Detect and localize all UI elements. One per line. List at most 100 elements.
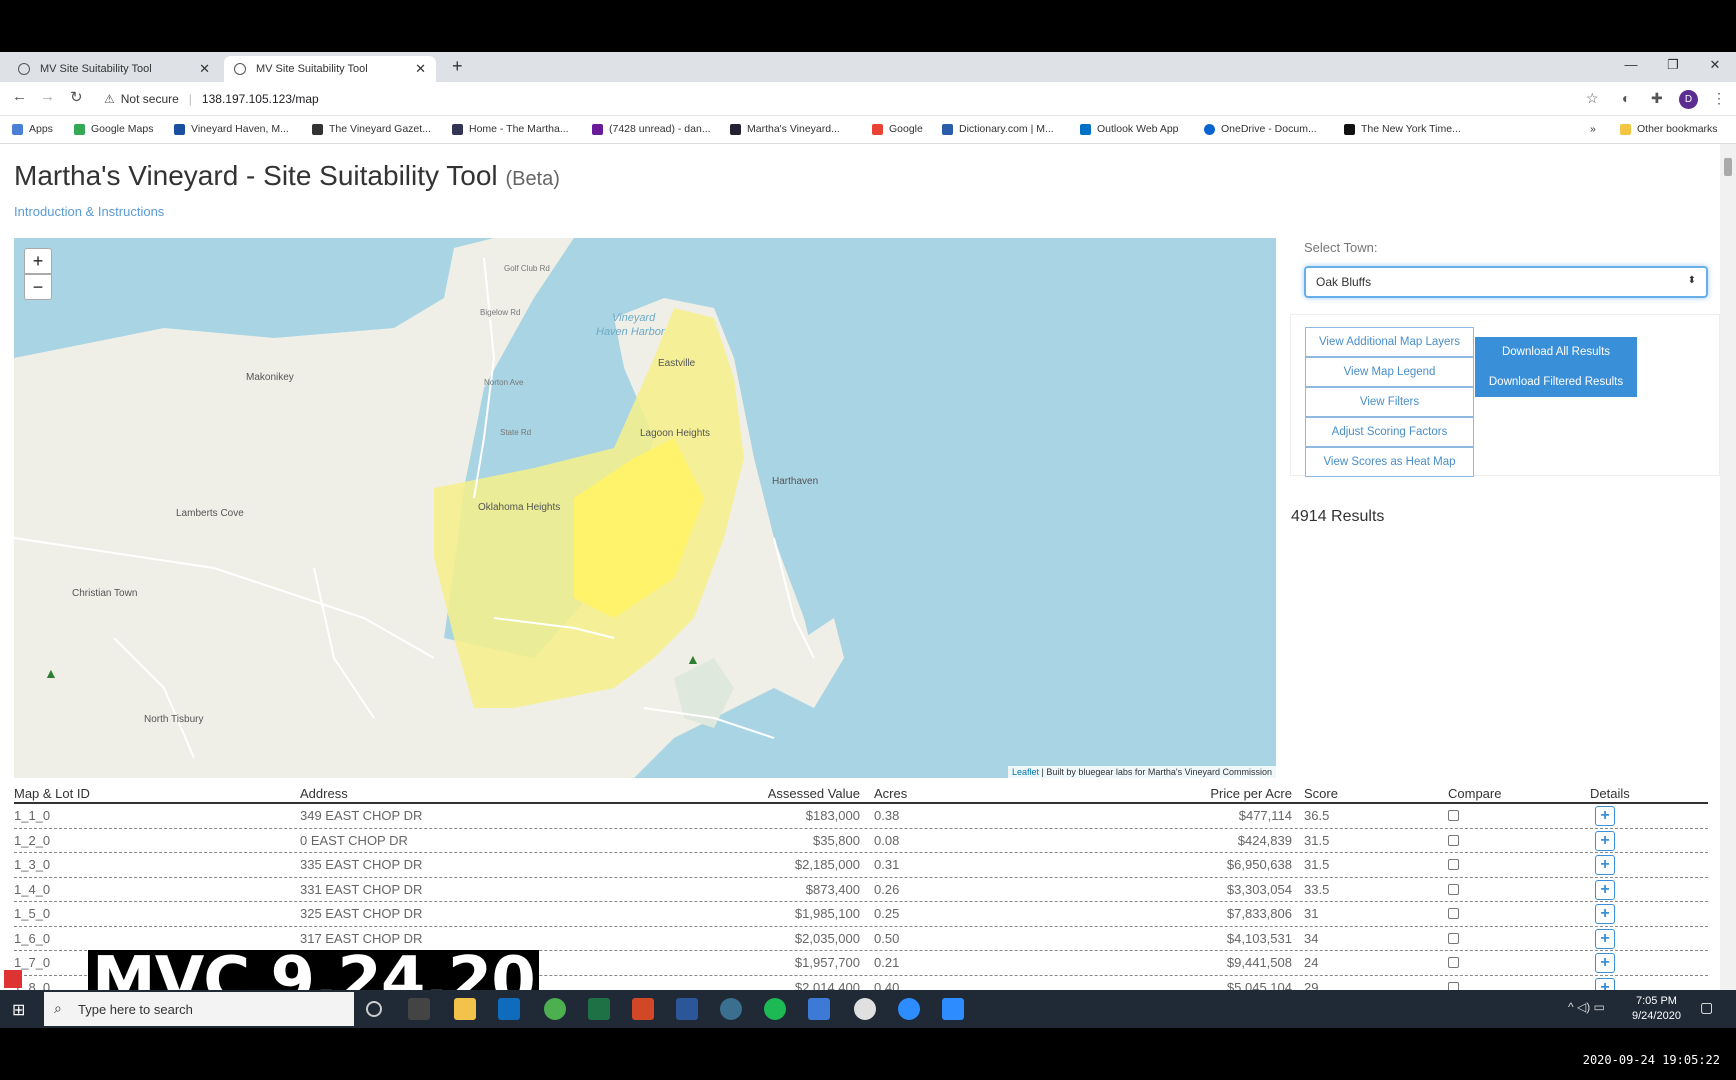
cortana-icon[interactable] [366,1001,382,1017]
download-filtered-button[interactable]: Download Filtered Results [1475,367,1637,397]
warning-icon: ⚠ [104,92,115,106]
bookmark-item[interactable]: Dictionary.com | M... [942,123,1054,135]
bookmark-item[interactable]: Outlook Web App [1080,123,1179,135]
view-map-layers-button[interactable]: View Additional Map Layers [1305,327,1474,357]
bookmark-item[interactable]: Martha's Vineyard... [730,123,840,135]
details-button[interactable]: + [1595,904,1615,924]
adjust-scoring-button[interactable]: Adjust Scoring Factors [1305,417,1474,447]
new-tab-icon[interactable]: + [452,56,463,77]
bookmark-item[interactable]: Home - The Martha... [452,123,569,135]
heat-map-button[interactable]: View Scores as Heat Map [1305,447,1474,477]
url-field[interactable]: ⚠ Not secure | 138.197.105.123/map [104,87,1564,111]
col-value[interactable]: Assessed Value [768,786,860,801]
details-button[interactable]: + [1595,977,1615,990]
bookmark-item[interactable]: Google [872,123,923,135]
compare-checkbox[interactable] [1448,859,1459,870]
clock[interactable]: 7:05 PM 9/24/2020 [1632,994,1681,1024]
chrome-icon[interactable] [544,998,566,1020]
bookmark-apps[interactable]: Apps [12,123,53,135]
bookmark-item[interactable]: Google Maps [74,123,153,135]
compare-checkbox[interactable] [1448,810,1459,821]
other-bookmarks[interactable]: Other bookmarks [1620,123,1718,135]
apps-icon [12,123,23,135]
table-row: 1_4_0 331 EAST CHOP DR $873,400 0.26 $3,303,… [14,878,1708,902]
close-window-icon[interactable]: ✕ [1694,52,1736,82]
tab-inactive[interactable]: MV Site Suitability Tool ✕ [8,56,220,82]
close-icon[interactable]: ✕ [415,61,426,77]
cell-id: 1_2_0 [14,832,51,848]
page-scrollbar[interactable] [1720,144,1736,990]
bookmark-item[interactable]: The New York Time... [1344,123,1461,135]
town-select[interactable]: Oak Bluffs ⬍ [1304,266,1708,298]
google-icon [872,123,883,135]
globe-icon [234,63,246,75]
bookmarks-more-icon[interactable]: » [1590,123,1596,135]
file-explorer-icon[interactable] [454,998,476,1020]
extension-icon[interactable]: ◐ [1622,90,1630,106]
cell-id: 1_7_0 [14,955,51,970]
zoom-in-button[interactable]: + [24,248,52,274]
teamviewer-icon[interactable] [898,998,920,1020]
details-button[interactable]: + [1595,830,1615,851]
details-button[interactable]: + [1595,855,1615,875]
compare-checkbox[interactable] [1448,957,1459,968]
windows-start-icon[interactable]: ⊞ [12,1000,25,1020]
puzzle-icon[interactable]: ✚ [1651,90,1663,107]
excel-icon[interactable] [588,998,610,1020]
cell-ppa: $9,441,508 [1226,955,1292,970]
star-icon[interactable]: ☆ [1586,90,1599,107]
zoom-out-button[interactable]: − [24,274,52,300]
view-filters-button[interactable]: View Filters [1305,387,1474,417]
download-group: Download All Results Download Filtered R… [1475,337,1637,397]
col-id[interactable]: Map & Lot ID [14,786,90,801]
bookmark-item[interactable]: Vineyard Haven, M... [174,123,289,135]
task-view-icon[interactable] [408,998,430,1020]
bookmark-item[interactable]: (7428 unread) - dan... [592,123,711,135]
search-app-icon[interactable] [720,998,742,1020]
app-icon[interactable] [854,998,876,1020]
forward-icon[interactable]: → [40,88,55,105]
compare-checkbox[interactable] [1448,932,1459,944]
compare-checkbox[interactable] [1448,834,1459,846]
zoom-icon[interactable] [942,998,964,1020]
restore-icon[interactable]: ❐ [1652,52,1694,82]
col-address[interactable]: Address [300,786,348,801]
compare-checkbox[interactable] [1448,883,1459,895]
scroll-thumb[interactable] [1724,158,1732,176]
outlook-icon[interactable] [498,998,520,1020]
map[interactable]: ▲ ▲ + − Makonikey Lamberts Cove Christia… [14,238,1276,778]
details-button[interactable]: + [1595,806,1615,826]
spotify-icon[interactable] [764,998,786,1020]
system-tray[interactable]: ^ ◁) ▭ [1568,1000,1605,1014]
col-score[interactable]: Score [1304,786,1338,801]
profile-avatar[interactable]: D [1679,90,1698,109]
map-label: North Tisbury [144,714,204,725]
details-button[interactable]: + [1595,953,1615,973]
compare-checkbox[interactable] [1448,981,1459,990]
tab-active[interactable]: MV Site Suitability Tool ✕ [224,56,436,82]
tab-label: MV Site Suitability Tool [256,63,368,75]
details-button[interactable]: + [1595,879,1615,900]
bookmark-item[interactable]: OneDrive - Docum... [1204,123,1317,135]
col-ppa[interactable]: Price per Acre [1210,786,1292,801]
view-map-legend-button[interactable]: View Map Legend [1305,357,1474,387]
bookmark-item[interactable]: The Vineyard Gazet... [312,123,431,135]
col-compare: Compare [1448,786,1502,801]
notification-icon[interactable]: ▢ [1700,999,1713,1016]
col-acres[interactable]: Acres [874,786,907,801]
document-icon[interactable] [808,998,830,1020]
details-button[interactable]: + [1595,928,1615,949]
download-all-button[interactable]: Download All Results [1475,337,1637,367]
word-icon[interactable] [676,998,698,1020]
table-row: 1_1_0 349 EAST CHOP DR $183,000 0.38 $477,11… [14,804,1708,829]
close-icon[interactable]: ✕ [199,61,210,77]
intro-link[interactable]: Introduction & Instructions [14,204,164,219]
menu-icon[interactable]: ⋮ [1712,90,1726,107]
powerpoint-icon[interactable] [632,998,654,1020]
leaflet-link[interactable]: Leaflet [1012,767,1039,777]
compare-checkbox[interactable] [1448,908,1459,919]
back-icon[interactable]: ← [12,88,27,105]
reload-icon[interactable]: ↻ [70,88,83,106]
minimize-icon[interactable]: — [1610,52,1652,82]
taskbar-search[interactable]: ⌕ Type here to search [44,992,354,1026]
